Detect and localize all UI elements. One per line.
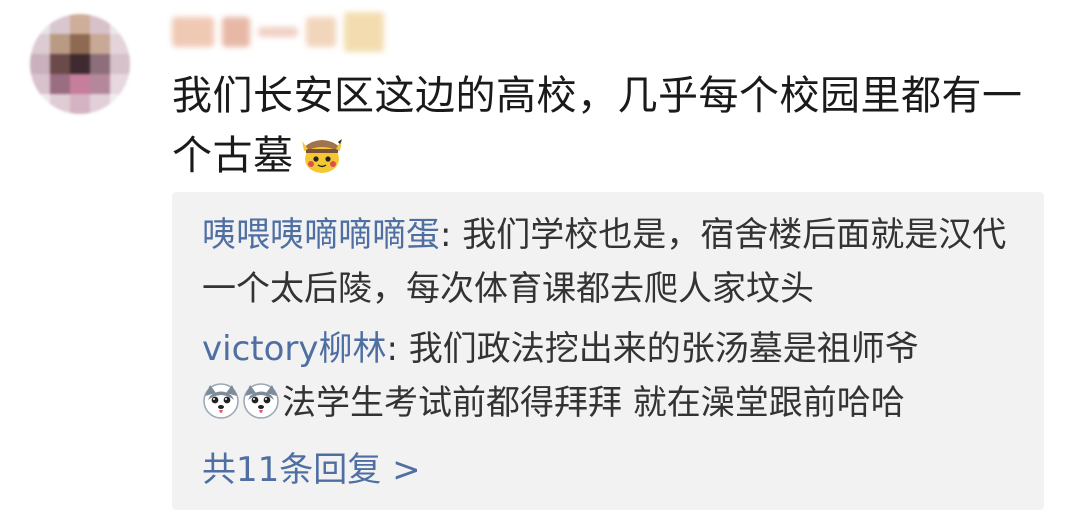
reply-separator: : xyxy=(440,215,463,255)
weibo-comment-screen: 我们长安区这边的高校，几乎每个校园里都有一个古墓 咦喂咦嘀嘀嘀蛋: 我们学校也是… xyxy=(0,0,1080,524)
reply-text-continued: 法学生考试前都得拜拜 就在澡堂跟前哈哈 xyxy=(282,383,905,423)
reply-text: 我们政法挖出来的张汤墓是祖师爷 xyxy=(408,329,919,369)
comment-text: 我们长安区这边的高校，几乎每个校园里都有一个古墓 xyxy=(172,66,1062,186)
reply-author-link[interactable]: victory柳林 xyxy=(202,329,387,369)
reply-item: victory柳林: 我们政法挖出来的张汤墓是祖师爷 法学生考试前都得拜拜 就在… xyxy=(202,322,1032,430)
husky-emoji xyxy=(243,383,279,419)
reply-separator: : xyxy=(386,329,409,369)
username-blurred[interactable] xyxy=(172,8,402,56)
detective-pikachu-emoji xyxy=(301,139,342,173)
replies-box: 咦喂咦嘀嘀嘀蛋: 我们学校也是，宿舍楼后面就是汉代一个太后陵，每次体育课都去爬人… xyxy=(172,192,1044,510)
reply-author-link[interactable]: 咦喂咦嘀嘀嘀蛋 xyxy=(202,215,440,255)
reply-item: 咦喂咦嘀嘀嘀蛋: 我们学校也是，宿舍楼后面就是汉代一个太后陵，每次体育课都去爬人… xyxy=(202,208,1032,316)
husky-emoji xyxy=(203,383,239,419)
more-replies-link[interactable]: 共11条回复 > xyxy=(202,446,421,494)
avatar[interactable] xyxy=(30,14,130,114)
